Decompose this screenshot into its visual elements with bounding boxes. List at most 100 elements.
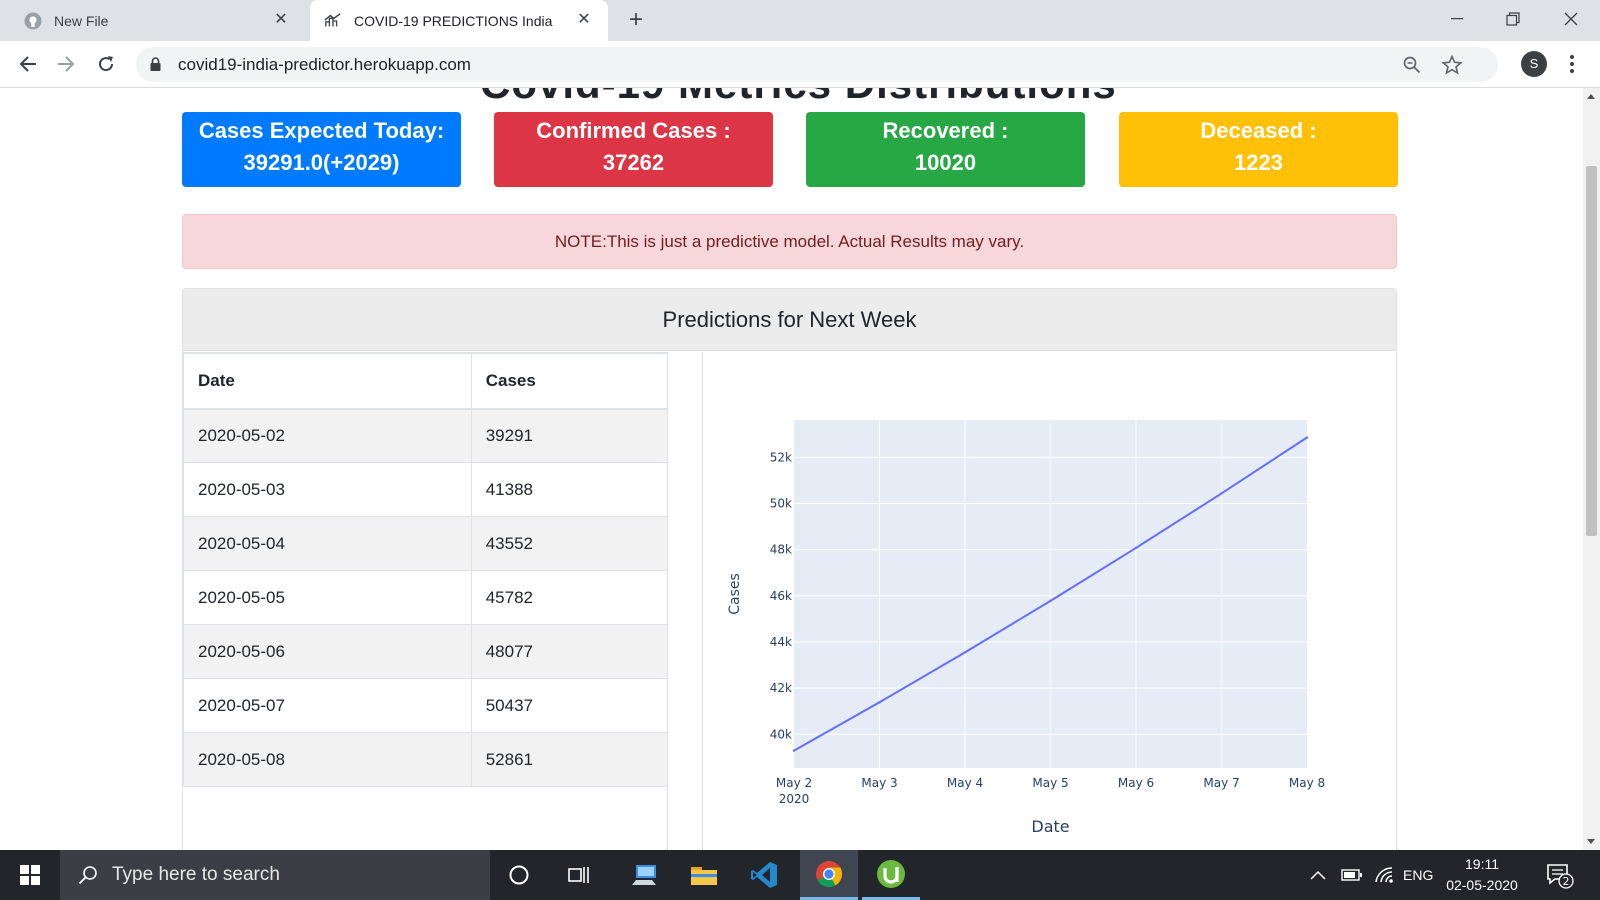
data-point [1220,492,1223,495]
y-tick-label: 40k [770,727,792,741]
x-axis-title: Date [1031,817,1069,836]
column-header-date: Date [183,353,472,410]
github-icon [24,12,42,30]
x-tick-label: May 8 [1289,776,1325,790]
cases-cell: 43552 [470,516,669,571]
cases-cell: 45782 [470,570,669,625]
wifi-icon[interactable] [1374,850,1394,900]
x-tick-sublabel: 2020 [779,792,810,806]
bookmark-star-icon[interactable] [1441,54,1463,76]
table-row: 2020-05-03 41388 [183,462,669,517]
browser-toolbar: covid19-india-predictor.herokuapp.com S [0,41,1600,88]
cases-cell: 50437 [470,678,669,733]
x-tick-label: May 5 [1032,776,1068,790]
windows-taskbar: Type here to search ENG 19:11 02-05-2020… [0,850,1600,900]
utorrent-icon[interactable] [862,850,920,900]
card-value: 39291.0(+2029) [243,150,400,175]
data-point [1049,599,1052,603]
tab-covid-predictions[interactable]: COVID-19 PREDICTIONS India ✕ [310,0,608,41]
date-cell: 2020-05-06 [183,624,472,679]
cortana-icon[interactable] [490,850,548,900]
browser-menu-icon[interactable] [1562,52,1582,76]
card-value: 1223 [1234,150,1283,175]
close-tab-icon[interactable]: ✕ [574,10,594,30]
tab-title: New File [54,12,109,29]
scroll-thumb[interactable] [1586,166,1597,536]
profile-avatar[interactable]: S [1521,51,1547,77]
y-tick-label: 46k [770,589,792,603]
scroll-up-arrow-icon[interactable] [1587,94,1595,99]
cases-expected-card: Cases Expected Today: 39291.0(+2029) [182,112,461,187]
language-indicator[interactable]: ENG [1403,850,1433,900]
show-hidden-icons-chevron-icon[interactable] [1310,850,1326,900]
scroll-down-arrow-icon[interactable] [1587,839,1595,844]
chrome-icon[interactable] [800,850,858,900]
address-bar[interactable]: covid19-india-predictor.herokuapp.com [136,47,1498,82]
browser-tab-strip: New File ✕ COVID-19 PREDICTIONS India ✕ … [0,0,1600,41]
search-icon [78,865,98,885]
recovered-card: Recovered : 10020 [806,112,1085,187]
file-explorer-icon[interactable] [675,850,733,900]
confirmed-cases-card: Confirmed Cases : 37262 [494,112,773,187]
data-point [792,749,796,752]
data-point [963,651,967,654]
back-arrow-icon[interactable] [14,50,42,78]
task-view-icon[interactable] [550,850,608,900]
y-tick-label: 42k [770,681,792,695]
card-label: Deceased : [1200,118,1317,143]
taskbar-clock[interactable]: 19:11 02-05-2020 [1442,854,1522,896]
y-tick-label: 44k [770,635,792,649]
date-cell: 2020-05-07 [183,678,472,733]
table-header-row: Date Cases [183,353,669,410]
card-label: Cases Expected Today: [198,118,445,143]
line-chart[interactable]: 40k 42k 44k 46k 48k 50k 52k May 2 May 3 May 4 May … [703,352,1396,850]
tab-new-file[interactable]: New File ✕ [0,0,305,41]
y-tick-label: 50k [770,497,792,511]
zoom-icon[interactable] [1401,54,1423,76]
y-tick-label: 48k [770,543,792,557]
date-cell: 2020-05-05 [183,570,472,625]
card-label: Confirmed Cases : [536,118,731,143]
page-scrollbar[interactable] [1583,88,1600,850]
x-tick-label: May 4 [947,776,983,790]
x-tick-label: May 6 [1118,776,1154,790]
predictions-table-container: Date Cases 2020-05-02 39291 2020-05-03 413… [182,352,669,850]
battery-icon[interactable] [1341,850,1363,900]
y-axis-title: Cases [727,573,743,615]
restore-icon[interactable] [1490,4,1536,34]
page-heading: Covid-19 Metrics Distributions [480,88,1117,108]
vscode-icon[interactable] [735,850,793,900]
y-tick-label: 52k [770,450,792,464]
reload-icon[interactable] [92,50,120,78]
close-tab-icon[interactable]: ✕ [271,10,291,30]
predictions-chart[interactable]: 40k 42k 44k 46k 48k 50k 52k May 2 May 3 May 4 May … [702,352,1397,850]
taskbar-search-box[interactable]: Type here to search [60,850,490,900]
page-viewport: Covid-19 Metrics Distributions Cases Exp… [0,88,1583,850]
cases-cell: 52861 [470,732,669,787]
table-row: 2020-05-04 43552 [183,516,669,571]
cases-cell: 39291 [470,408,669,463]
forward-arrow-icon[interactable] [52,50,80,78]
network-pc-icon[interactable] [615,850,673,900]
new-tab-button[interactable]: + [622,6,650,34]
close-window-icon[interactable] [1548,4,1594,34]
card-value: 37262 [602,150,665,175]
table-row: 2020-05-06 48077 [183,624,669,679]
data-point [1134,546,1138,550]
date-cell: 2020-05-03 [183,462,472,517]
deceased-card: Deceased : 1223 [1119,112,1398,187]
clock-time: 19:11 [1465,856,1499,872]
predictions-table: Date Cases 2020-05-02 39291 2020-05-03 413… [183,353,669,787]
prediction-note-alert: NOTE:This is just a predictive model. Ac… [182,214,1397,269]
action-center-icon[interactable]: 2 [1545,862,1575,890]
minimize-icon[interactable] [1434,4,1480,34]
table-row: 2020-05-02 39291 [183,408,669,463]
x-tick-label: May 2 [776,776,812,790]
windows-start-icon[interactable] [0,850,60,900]
table-row: 2020-05-07 50437 [183,678,669,733]
data-point [1305,436,1309,439]
table-row: 2020-05-08 52861 [183,732,669,787]
card-value: 10020 [914,150,977,175]
date-cell: 2020-05-08 [183,732,472,787]
data-point [878,701,881,704]
